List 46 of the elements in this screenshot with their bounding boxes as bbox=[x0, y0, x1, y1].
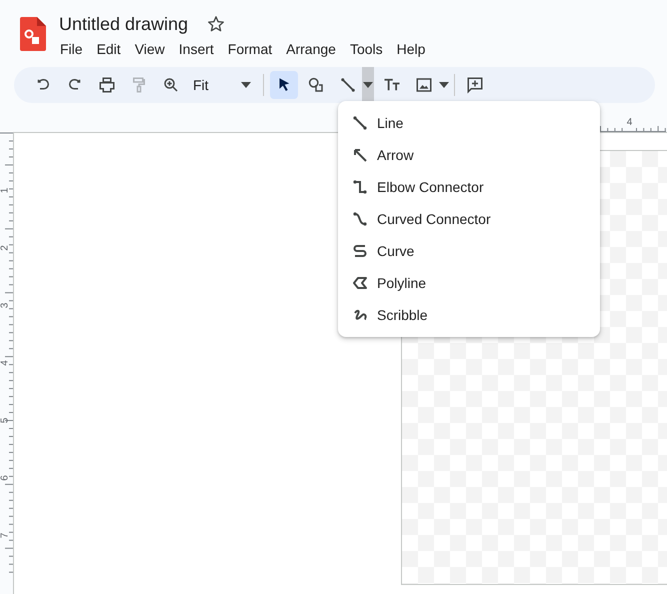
menu-item[interactable]: Arrow bbox=[338, 139, 600, 171]
ruler-number: 4 bbox=[626, 117, 632, 128]
ruler-number: 3 bbox=[0, 302, 11, 308]
menu-item[interactable]: Curve bbox=[338, 235, 600, 267]
elbow-connector-icon bbox=[352, 179, 368, 195]
caret-icon bbox=[363, 82, 373, 88]
curve-icon bbox=[352, 243, 368, 259]
line-icon bbox=[352, 115, 368, 131]
menu-item[interactable]: File bbox=[53, 38, 90, 60]
shapes-icon bbox=[307, 76, 325, 94]
zoom-dropdown[interactable]: Fit bbox=[189, 71, 255, 99]
caret-icon bbox=[439, 82, 449, 88]
ruler-number: 7 bbox=[0, 532, 11, 538]
zoom-in-icon bbox=[162, 76, 180, 94]
curved-connector-icon bbox=[352, 211, 368, 227]
menu-item[interactable]: Help bbox=[390, 38, 432, 60]
ruler-number: 5 bbox=[0, 418, 11, 424]
dropdown-arrow-button[interactable] bbox=[362, 67, 374, 103]
line-icon bbox=[339, 76, 357, 94]
menu-item[interactable]: Format bbox=[220, 38, 280, 60]
caret-icon bbox=[241, 82, 251, 88]
image-icon bbox=[415, 76, 433, 94]
drawings-logo[interactable] bbox=[20, 17, 46, 51]
print-icon bbox=[98, 76, 116, 94]
menu-item[interactable]: Scribble bbox=[338, 299, 600, 331]
paint-roller-icon bbox=[130, 76, 148, 94]
ruler-number: 2 bbox=[0, 245, 11, 251]
menu-item[interactable]: Edit bbox=[90, 38, 128, 60]
menu-item[interactable]: Tools bbox=[342, 38, 390, 60]
menu-item[interactable]: Elbow Connector bbox=[338, 171, 600, 203]
menu-item[interactable]: Line bbox=[338, 107, 600, 139]
add-comment-icon bbox=[466, 76, 484, 94]
menu-item[interactable]: Curved Connector bbox=[338, 203, 600, 235]
ruler-number: 1 bbox=[0, 188, 11, 194]
menu-item[interactable]: Insert bbox=[172, 38, 221, 60]
menu-item[interactable]: View bbox=[128, 38, 172, 60]
polyline-icon bbox=[352, 275, 368, 291]
scribble-icon bbox=[352, 307, 368, 323]
document-title[interactable]: Untitled drawing bbox=[59, 12, 188, 36]
menu-item[interactable]: Polyline bbox=[338, 267, 600, 299]
ruler-number: 4 bbox=[0, 360, 11, 366]
menu-item[interactable]: Arrange bbox=[279, 38, 343, 60]
ruler-number: 6 bbox=[0, 475, 11, 481]
cursor-button[interactable] bbox=[270, 71, 298, 99]
arrow-icon bbox=[352, 147, 368, 163]
star-icon[interactable] bbox=[207, 15, 226, 33]
